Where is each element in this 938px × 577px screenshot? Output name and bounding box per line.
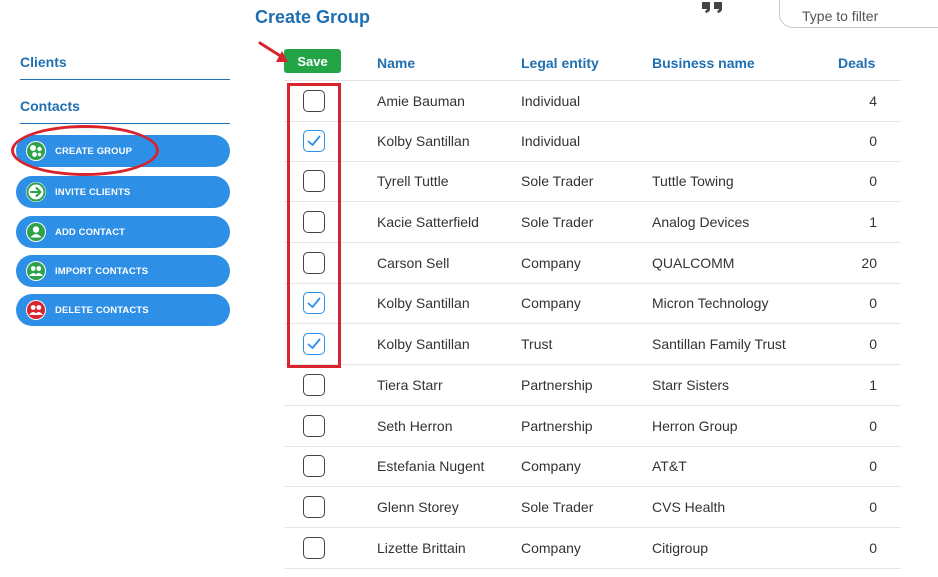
- cell-deals: 0: [869, 418, 877, 434]
- row-checkbox[interactable]: [303, 374, 325, 396]
- arrow-right-icon: [26, 182, 46, 202]
- row-checkbox[interactable]: [303, 252, 325, 274]
- delete-contacts-label: DELETE CONTACTS: [55, 304, 149, 316]
- save-button[interactable]: Save: [284, 49, 341, 73]
- cell-legal-entity: Partnership: [521, 377, 593, 393]
- row-checkbox[interactable]: [303, 537, 325, 559]
- cell-legal-entity: Company: [521, 458, 581, 474]
- cell-name: Amie Bauman: [377, 93, 465, 109]
- cell-legal-entity: Company: [521, 295, 581, 311]
- page-title: Create Group: [255, 7, 371, 27]
- cell-business-name: Herron Group: [652, 418, 738, 434]
- cell-legal-entity: Sole Trader: [521, 499, 594, 515]
- cell-legal-entity: Company: [521, 255, 581, 271]
- cell-deals: 20: [861, 255, 877, 271]
- sidebar-link-clients[interactable]: Clients: [20, 54, 230, 80]
- table-row[interactable]: Kolby Santillan Individual 0: [284, 121, 901, 162]
- column-header-legal-entity[interactable]: Legal entity: [521, 55, 599, 71]
- row-checkbox[interactable]: [303, 415, 325, 437]
- create-group-button[interactable]: CREATE GROUP: [16, 135, 230, 167]
- cell-name: Lizette Brittain: [377, 540, 466, 556]
- table-row[interactable]: Tyrell Tuttle Sole Trader Tuttle Towing 0: [284, 161, 901, 202]
- table-row[interactable]: Estefania Nugent Company AT&T 0: [284, 446, 901, 487]
- table-row[interactable]: Amie Bauman Individual 4: [284, 81, 901, 122]
- cell-business-name: Santillan Family Trust: [652, 336, 786, 352]
- table-row[interactable]: Lizette Brittain Company Citigroup 0: [284, 528, 901, 569]
- cell-deals: 0: [869, 173, 877, 189]
- invite-clients-button[interactable]: INVITE CLIENTS: [16, 176, 230, 208]
- cell-name: Carson Sell: [377, 255, 450, 271]
- row-checkbox[interactable]: [303, 292, 325, 314]
- table-row[interactable]: Tiera Starr Partnership Starr Sisters 1: [284, 365, 901, 406]
- checkmark-icon: [307, 338, 321, 349]
- sidebar: Clients Contacts CREATE GROUP INVITE CLI…: [0, 0, 232, 577]
- cell-name: Glenn Storey: [377, 499, 459, 515]
- cell-legal-entity: Individual: [521, 93, 581, 109]
- cell-deals: 0: [869, 295, 877, 311]
- cell-deals: 1: [869, 377, 877, 393]
- people-icon: [26, 261, 46, 281]
- row-checkbox[interactable]: [303, 455, 325, 477]
- group-icon: [26, 141, 46, 161]
- cell-deals: 0: [869, 540, 877, 556]
- column-header-deals[interactable]: Deals: [838, 55, 875, 71]
- cell-legal-entity: Sole Trader: [521, 214, 594, 230]
- checkmark-icon: [307, 135, 321, 146]
- cell-business-name: Starr Sisters: [652, 377, 730, 393]
- cell-business-name: Analog Devices: [652, 214, 750, 230]
- row-checkbox[interactable]: [303, 333, 325, 355]
- cell-legal-entity: Sole Trader: [521, 173, 594, 189]
- person-icon: [26, 222, 46, 242]
- cell-business-name: Tuttle Towing: [652, 173, 734, 189]
- invite-clients-label: INVITE CLIENTS: [55, 186, 131, 198]
- row-checkbox[interactable]: [303, 170, 325, 192]
- sidebar-link-contacts[interactable]: Contacts: [20, 98, 230, 124]
- cell-name: Kolby Santillan: [377, 133, 470, 149]
- table-row[interactable]: Kolby Santillan Trust Santillan Family Tru…: [284, 324, 901, 365]
- cell-business-name: Micron Technology: [652, 295, 769, 311]
- cell-name: Tiera Starr: [377, 377, 443, 393]
- row-checkbox[interactable]: [303, 211, 325, 233]
- delete-contacts-button[interactable]: DELETE CONTACTS: [16, 294, 230, 326]
- cell-legal-entity: Individual: [521, 133, 581, 149]
- import-contacts-button[interactable]: IMPORT CONTACTS: [16, 255, 230, 287]
- add-contact-button[interactable]: ADD CONTACT: [16, 216, 230, 248]
- checkmark-icon: [307, 297, 321, 308]
- cell-deals: 0: [869, 499, 877, 515]
- people-delete-icon: [26, 300, 46, 320]
- cell-name: Kolby Santillan: [377, 336, 470, 352]
- cell-deals: 1: [869, 214, 877, 230]
- cell-name: Tyrell Tuttle: [377, 173, 449, 189]
- cell-name: Seth Herron: [377, 418, 453, 434]
- filter-input[interactable]: [779, 0, 938, 28]
- column-header-name[interactable]: Name: [377, 55, 415, 71]
- table-row[interactable]: Kacie Satterfield Sole Trader Analog Devic…: [284, 202, 901, 243]
- cell-deals: 0: [869, 133, 877, 149]
- table-row[interactable]: Glenn Storey Sole Trader CVS Health 0: [284, 487, 901, 528]
- create-group-label: CREATE GROUP: [55, 145, 133, 157]
- cell-business-name: AT&T: [652, 458, 687, 474]
- table-row[interactable]: Seth Herron Partnership Herron Group 0: [284, 406, 901, 447]
- add-contact-label: ADD CONTACT: [55, 226, 126, 238]
- cell-name: Estefania Nugent: [377, 458, 485, 474]
- row-checkbox[interactable]: [303, 130, 325, 152]
- cell-name: Kolby Santillan: [377, 295, 470, 311]
- cell-business-name: CVS Health: [652, 499, 726, 515]
- cell-business-name: Citigroup: [652, 540, 709, 556]
- cell-deals: 0: [869, 458, 877, 474]
- row-checkbox[interactable]: [303, 496, 325, 518]
- import-contacts-label: IMPORT CONTACTS: [55, 265, 149, 277]
- cell-legal-entity: Partnership: [521, 418, 593, 434]
- cell-legal-entity: Company: [521, 540, 581, 556]
- cell-deals: 0: [869, 336, 877, 352]
- cell-business-name: QUALCOMM: [652, 255, 735, 271]
- row-checkbox[interactable]: [303, 90, 325, 112]
- table-row[interactable]: Carson Sell Company QUALCOMM 20: [284, 243, 901, 284]
- column-header-business-name[interactable]: Business name: [652, 55, 755, 71]
- cell-name: Kacie Satterfield: [377, 214, 479, 230]
- cell-deals: 4: [869, 93, 877, 109]
- table-row[interactable]: Kolby Santillan Company Micron Technology 0: [284, 283, 901, 324]
- quote-icon: [702, 2, 722, 13]
- cell-legal-entity: Trust: [521, 336, 553, 352]
